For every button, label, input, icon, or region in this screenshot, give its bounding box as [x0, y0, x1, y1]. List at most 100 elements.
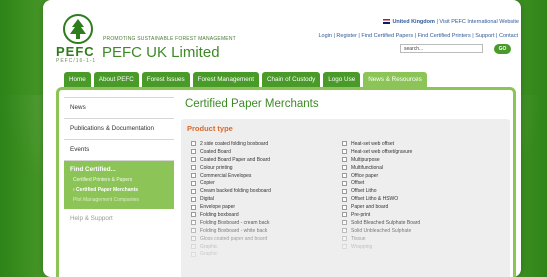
login-link[interactable]: Login	[318, 33, 331, 39]
checkbox-label[interactable]: Cream backed folding boxboard	[200, 188, 271, 194]
checkbox-label[interactable]: Copier	[200, 180, 215, 186]
nav-news-resources[interactable]: News & Resources	[363, 72, 427, 87]
checkbox[interactable]	[342, 165, 347, 171]
checkbox[interactable]	[342, 188, 347, 194]
checkbox[interactable]	[342, 212, 347, 218]
checkbox-label[interactable]: Multipurpose	[351, 157, 380, 163]
nav-logo-use[interactable]: Logo Use	[323, 72, 361, 87]
checkbox[interactable]	[191, 244, 196, 250]
sidebar-item-news[interactable]: News	[64, 97, 174, 119]
list-item: Solid Unbleached Sulphate	[342, 227, 420, 235]
checkbox[interactable]	[342, 204, 347, 210]
nav-chain-of-custody[interactable]: Chain of Custody	[261, 72, 321, 87]
checkbox[interactable]	[342, 228, 347, 234]
checkbox-label[interactable]: Coated Board Paper and Board	[200, 157, 270, 163]
checkbox-label[interactable]: Coated Board	[200, 149, 231, 155]
checkbox[interactable]	[191, 141, 196, 147]
nav-forest-management[interactable]: Forest Management	[192, 72, 259, 87]
nav-about[interactable]: About PEFC	[93, 72, 139, 87]
checkbox-label[interactable]: Graphic	[200, 244, 218, 250]
checkbox[interactable]	[342, 180, 347, 186]
checkbox-label[interactable]: Office paper	[351, 173, 378, 179]
checkbox-label[interactable]: Folding Boxboard - white back	[200, 228, 267, 234]
checkbox[interactable]	[342, 173, 347, 178]
checkbox[interactable]	[191, 157, 196, 163]
sidebar-item-publications[interactable]: Publications & Documentation	[64, 119, 174, 140]
checkbox[interactable]	[342, 141, 347, 147]
checkbox-label[interactable]: Folding Boxboard - cream back	[200, 220, 269, 226]
checkbox[interactable]	[342, 244, 347, 250]
checkbox-label[interactable]: Wrapping	[351, 244, 372, 250]
sidebar-item-find-certified[interactable]: Find Certified...	[70, 165, 168, 175]
checkbox[interactable]	[342, 149, 347, 155]
checkbox-label[interactable]: Tissue	[351, 236, 366, 242]
checkbox[interactable]	[191, 180, 196, 186]
checkbox[interactable]	[191, 220, 196, 226]
list-item: Offset	[342, 179, 420, 187]
checkbox-label[interactable]: Gloss coated paper and board	[200, 236, 267, 242]
support-link[interactable]: Support	[475, 33, 494, 39]
checkbox[interactable]	[342, 236, 347, 242]
register-link[interactable]: Register	[336, 33, 356, 39]
checkbox-label[interactable]: Pre-print	[351, 212, 370, 218]
checkbox-label[interactable]: Folding boxboard	[200, 212, 239, 218]
checkbox-label[interactable]: Heat-set web offset	[351, 141, 394, 147]
checkbox[interactable]	[191, 251, 196, 257]
sidebar-item-help[interactable]: Help & Support	[64, 209, 174, 229]
checkbox-label[interactable]: Paper and board	[351, 204, 388, 210]
list-item: Multipurpose	[342, 156, 420, 164]
checkbox[interactable]	[191, 212, 196, 218]
nav-forest-issues[interactable]: Forest Issues	[141, 72, 190, 87]
checkbox-label[interactable]: Graphic	[200, 251, 218, 257]
checkbox-label[interactable]: Offset	[351, 180, 364, 186]
checkbox-label[interactable]: Multifunctional	[351, 165, 383, 171]
checkbox-label[interactable]: 2 side coated folding boxboard	[200, 141, 268, 147]
list-item: Coated Board Paper and Board	[191, 156, 271, 164]
nav-home[interactable]: Home	[64, 72, 91, 87]
checkbox[interactable]	[191, 149, 196, 155]
checkbox[interactable]	[191, 165, 196, 171]
checkbox[interactable]	[342, 157, 347, 163]
checkbox-label[interactable]: Solid Bleached Sulphate Board	[351, 220, 420, 226]
sidebar-subitem-plot[interactable]: Plot Management Companies	[70, 195, 168, 205]
checkbox[interactable]	[342, 196, 347, 202]
find-papers-link[interactable]: Find Certified Papers	[361, 33, 413, 39]
checkbox[interactable]	[342, 220, 347, 226]
contact-link[interactable]: Contact	[499, 33, 518, 39]
utility-links: Login | Register | Find Certified Papers…	[318, 33, 518, 39]
checkbox-label[interactable]: Offset Litho & HSWO	[351, 196, 398, 202]
checkbox-label[interactable]: Heat-set web offset/gravure	[351, 149, 412, 155]
checkbox[interactable]	[191, 173, 196, 178]
checkbox[interactable]	[191, 204, 196, 210]
list-item: Graphic	[191, 243, 271, 251]
intl-site-link[interactable]: Visit PEFC International Website	[439, 19, 519, 25]
find-printers-link[interactable]: Find Certified Printers	[418, 33, 471, 39]
checkbox-label[interactable]: Colour printing	[200, 165, 233, 171]
checkbox[interactable]	[191, 228, 196, 234]
checkbox-label[interactable]: Digital	[200, 196, 214, 202]
list-item: Folding Boxboard - white back	[191, 227, 271, 235]
checkbox[interactable]	[191, 236, 196, 242]
search-input[interactable]: search...	[400, 44, 483, 53]
list-item: Digital	[191, 195, 271, 203]
list-item: Colour printing	[191, 164, 271, 172]
list-item: Cream backed folding boxboard	[191, 187, 271, 195]
pefc-tree-logo-icon[interactable]	[63, 14, 93, 44]
checkbox-label[interactable]: Envelope paper	[200, 204, 235, 210]
logo-wordmark: PEFC	[56, 44, 95, 59]
list-item: Multifunctional	[342, 164, 420, 172]
checkbox-label[interactable]: Solid Unbleached Sulphate	[351, 228, 411, 234]
sidebar-item-events[interactable]: Events	[64, 140, 174, 161]
list-item: Graphic	[191, 250, 271, 258]
list-item: Coated Board	[191, 148, 271, 156]
section-title: Product type	[187, 124, 233, 133]
product-list-left: 2 side coated folding boxboard Coated Bo…	[191, 140, 271, 258]
checkbox[interactable]	[191, 196, 196, 202]
search-go-button[interactable]: GO	[494, 44, 511, 54]
sidebar-subitem-merchants[interactable]: › Certified Paper Merchants	[70, 185, 168, 195]
checkbox-label[interactable]: Commercial Envelopes	[200, 173, 251, 179]
checkbox-label[interactable]: Offset Litho	[351, 188, 376, 194]
sidebar-subitem-printers[interactable]: Certified Printers & Papers	[70, 175, 168, 185]
site-brand-title[interactable]: PEFC UK Limited	[102, 44, 220, 61]
checkbox[interactable]	[191, 188, 196, 194]
